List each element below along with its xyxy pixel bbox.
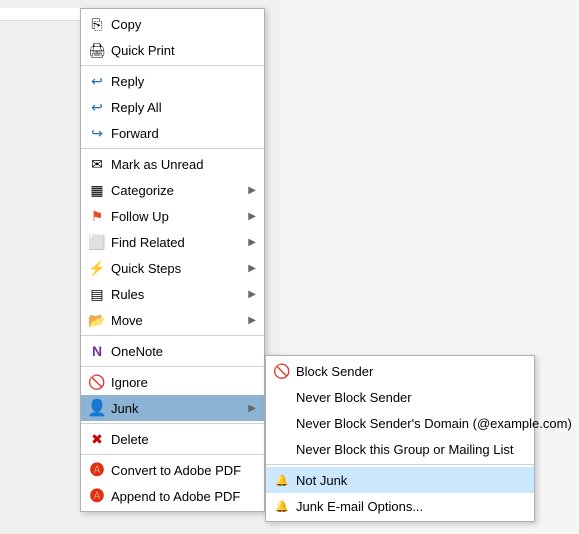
submenu-item-not-junk[interactable]: 🔔 Not Junk [266, 467, 534, 493]
append-adobe-label: Append to Adobe PDF [111, 489, 256, 504]
menu-item-reply[interactable]: ↩ Reply [81, 68, 264, 94]
menu-item-junk[interactable]: 👤 Junk ▶ [81, 395, 264, 421]
menu-item-reply-all[interactable]: ↩ Reply All [81, 94, 264, 120]
reply-label: Reply [111, 74, 256, 89]
junk-options-icon: 🔔 [272, 497, 292, 515]
never-block-sender-label: Never Block Sender [296, 390, 526, 405]
reply-icon: ↩ [87, 72, 107, 90]
rules-label: Rules [111, 287, 244, 302]
convert-adobe-label: Convert to Adobe PDF [111, 463, 256, 478]
append-adobe-icon: 🅐 [87, 487, 107, 505]
block-sender-icon: 🚫 [272, 362, 292, 380]
menu-item-copy[interactable]: ⎘ Copy [81, 11, 264, 37]
never-block-domain-icon [272, 414, 292, 432]
not-junk-label: Not Junk [296, 473, 526, 488]
rules-icon: ▤ [87, 285, 107, 303]
menu-item-find-related[interactable]: ⬜ Find Related ▶ [81, 229, 264, 255]
never-block-sender-icon [272, 388, 292, 406]
move-label: Move [111, 313, 244, 328]
menu-item-categorize[interactable]: ▦ Categorize ▶ [81, 177, 264, 203]
convert-adobe-icon: 🅐 [87, 461, 107, 479]
menu-item-onenote[interactable]: N OneNote [81, 338, 264, 364]
categorize-icon: ▦ [87, 181, 107, 199]
block-sender-label: Block Sender [296, 364, 526, 379]
find-related-icon: ⬜ [87, 233, 107, 251]
junk-submenu: 🚫 Block Sender Never Block Sender Never Blo… [265, 355, 535, 522]
menu-item-delete[interactable]: ✖ Delete [81, 426, 264, 452]
menu-item-ignore[interactable]: 🚫 Ignore [81, 369, 264, 395]
quick-print-icon: 🖨 [87, 41, 107, 59]
follow-up-icon: ⚑ [87, 207, 107, 225]
forward-label: Forward [111, 126, 256, 141]
menu-separator [81, 335, 264, 336]
never-block-group-icon [272, 440, 292, 458]
mark-unread-icon: ✉ [87, 155, 107, 173]
menu-item-forward[interactable]: ↪ Forward [81, 120, 264, 146]
onenote-icon: N [87, 342, 107, 360]
follow-up-arrow: ▶ [248, 211, 256, 222]
quick-steps-icon: ⚡ [87, 259, 107, 277]
onenote-label: OneNote [111, 344, 256, 359]
not-junk-icon: 🔔 [272, 471, 292, 489]
rules-arrow: ▶ [248, 289, 256, 300]
submenu-item-block-sender[interactable]: 🚫 Block Sender [266, 358, 534, 384]
menu-separator [81, 65, 264, 66]
never-block-domain-label: Never Block Sender's Domain (@example.co… [296, 416, 572, 431]
move-arrow: ▶ [248, 315, 256, 326]
junk-options-label: Junk E-mail Options... [296, 499, 526, 514]
context-menu: ⎘ Copy 🖨 Quick Print ↩ Reply ↩ Reply All ↪ Forwar… [80, 8, 265, 512]
junk-icon: 👤 [87, 399, 107, 417]
find-related-arrow: ▶ [248, 237, 256, 248]
menu-item-mark-unread[interactable]: ✉ Mark as Unread [81, 151, 264, 177]
move-icon: 📂 [87, 311, 107, 329]
menu-item-quick-steps[interactable]: ⚡ Quick Steps ▶ [81, 255, 264, 281]
submenu-item-never-block-group[interactable]: Never Block this Group or Mailing List [266, 436, 534, 462]
menu-item-append-adobe[interactable]: 🅐 Append to Adobe PDF [81, 483, 264, 509]
menu-separator [81, 148, 264, 149]
ignore-icon: 🚫 [87, 373, 107, 391]
menu-separator [81, 454, 264, 455]
junk-label: Junk [111, 401, 244, 416]
ignore-label: Ignore [111, 375, 256, 390]
junk-arrow: ▶ [248, 403, 256, 414]
copy-label: Copy [111, 17, 256, 32]
categorize-arrow: ▶ [248, 185, 256, 196]
delete-icon: ✖ [87, 430, 107, 448]
submenu-item-junk-options[interactable]: 🔔 Junk E-mail Options... [266, 493, 534, 519]
menu-item-quick-print[interactable]: 🖨 Quick Print [81, 37, 264, 63]
categorize-label: Categorize [111, 183, 244, 198]
mark-unread-label: Mark as Unread [111, 157, 256, 172]
copy-icon: ⎘ [87, 15, 107, 33]
quick-steps-label: Quick Steps [111, 261, 244, 276]
menu-item-follow-up[interactable]: ⚑ Follow Up ▶ [81, 203, 264, 229]
menu-item-rules[interactable]: ▤ Rules ▶ [81, 281, 264, 307]
menu-separator [81, 366, 264, 367]
forward-icon: ↪ [87, 124, 107, 142]
submenu-item-never-block-sender[interactable]: Never Block Sender [266, 384, 534, 410]
quick-steps-arrow: ▶ [248, 263, 256, 274]
find-related-label: Find Related [111, 235, 244, 250]
menu-separator [81, 423, 264, 424]
submenu-separator [266, 464, 534, 465]
never-block-group-label: Never Block this Group or Mailing List [296, 442, 526, 457]
delete-label: Delete [111, 432, 256, 447]
menu-item-convert-adobe[interactable]: 🅐 Convert to Adobe PDF [81, 457, 264, 483]
submenu-item-never-block-domain[interactable]: Never Block Sender's Domain (@example.co… [266, 410, 534, 436]
reply-all-icon: ↩ [87, 98, 107, 116]
quick-print-label: Quick Print [111, 43, 256, 58]
menu-item-move[interactable]: 📂 Move ▶ [81, 307, 264, 333]
follow-up-label: Follow Up [111, 209, 244, 224]
reply-all-label: Reply All [111, 100, 256, 115]
